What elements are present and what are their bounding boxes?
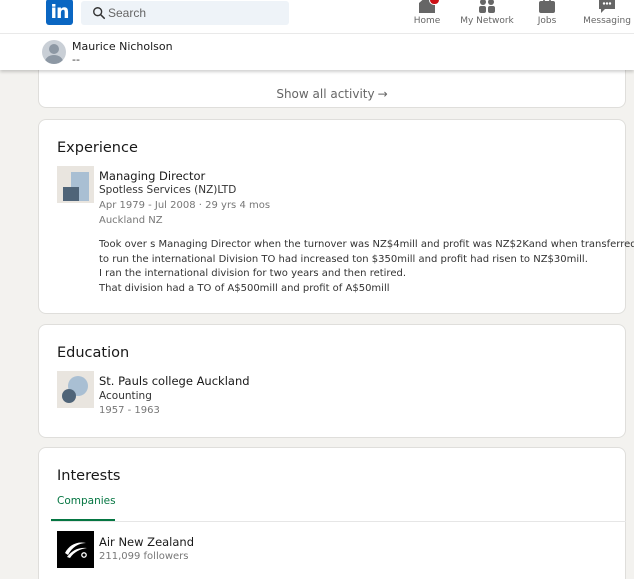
- air-new-zealand-logo-icon[interactable]: [57, 531, 94, 568]
- global-nav: in Home My Network Jobs: [0, 0, 634, 33]
- nav-jobs[interactable]: Jobs: [530, 0, 564, 33]
- experience-location: Auckland NZ: [99, 215, 163, 226]
- education-title: Education: [57, 345, 130, 361]
- notification-badge: [429, 0, 440, 5]
- company-logo-icon[interactable]: [57, 166, 94, 203]
- education-school[interactable]: St. Pauls college Auckland: [99, 374, 250, 388]
- avatar[interactable]: [42, 40, 66, 64]
- experience-description: Took over s Managing Director when the t…: [99, 238, 634, 296]
- description-line: Took over s Managing Director when the t…: [99, 239, 634, 250]
- experience-title: Experience: [57, 140, 138, 156]
- linkedin-logo[interactable]: in: [46, 0, 73, 25]
- avatar-head: [49, 44, 59, 54]
- description-line: to run the international Division TO had…: [99, 253, 588, 265]
- nav-messaging[interactable]: Messaging: [582, 0, 632, 33]
- school-logo-icon[interactable]: [57, 371, 94, 408]
- education-dates: 1957 - 1963: [99, 405, 160, 416]
- education-section: Education St. Pauls college Auckland Aco…: [38, 324, 626, 438]
- sticky-profile-header: Maurice Nicholson --: [0, 33, 634, 70]
- description-line: I ran the international division for two…: [99, 268, 407, 279]
- profile-headline: --: [72, 53, 80, 66]
- show-all-activity-label: Show all activity: [276, 87, 375, 101]
- education-field: Acounting: [99, 390, 152, 402]
- nav-jobs-label: Jobs: [537, 16, 557, 26]
- nav-my-network[interactable]: My Network: [458, 0, 516, 33]
- briefcase-icon: [539, 0, 555, 13]
- experience-dates: Apr 1979 - Jul 2008 · 29 yrs 4 mos: [99, 200, 271, 211]
- interests-section: Interests Companies Air New Zealand 211,…: [38, 447, 626, 579]
- show-all-activity-button[interactable]: Show all activity →: [39, 87, 625, 101]
- search-icon: [93, 7, 106, 20]
- tab-divider: [51, 521, 626, 522]
- experience-section: Experience Managing Director Spotless Se…: [38, 119, 634, 314]
- experience-role[interactable]: Managing Director: [99, 169, 205, 183]
- nav-messaging-label: Messaging: [583, 16, 631, 26]
- nav-home[interactable]: Home: [408, 0, 446, 33]
- nav-home-label: Home: [413, 16, 441, 26]
- tab-companies[interactable]: Companies: [57, 495, 116, 507]
- search-bar[interactable]: [81, 1, 289, 25]
- profile-name: Maurice Nicholson: [72, 40, 173, 53]
- arrow-right-icon: →: [377, 87, 388, 101]
- interest-company-name[interactable]: Air New Zealand: [99, 535, 194, 549]
- search-input[interactable]: [108, 1, 286, 25]
- interest-followers: 211,099 followers: [99, 551, 189, 562]
- description-line: That division had a TO of A$500mill and …: [99, 282, 390, 294]
- nav-my-network-label: My Network: [460, 16, 514, 26]
- avatar-torso: [45, 55, 63, 64]
- message-icon: [599, 0, 615, 13]
- interests-title: Interests: [57, 468, 121, 484]
- experience-company: Spotless Services (NZ)LTD: [99, 184, 237, 196]
- network-icon: [479, 0, 495, 13]
